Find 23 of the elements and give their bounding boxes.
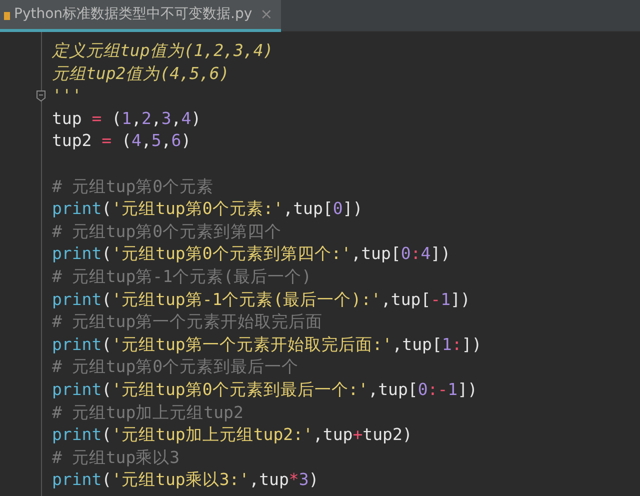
code-line: print('元组tup第0个元素到第四个:',tup[0:4]): [51, 243, 452, 266]
code-line: print('元组tup第一个元素开始取完后面:',tup[1:]): [51, 334, 483, 356]
close-icon[interactable]: ×: [260, 3, 273, 26]
code-comment: # 元组tup乘以3: [51, 446, 181, 469]
code-comment: # 元组tup第一个元素开始取完后面: [51, 311, 324, 334]
fold-icon[interactable]: [36, 90, 46, 102]
code-line: print('元组tup第-1个元素(最后一个):',tup[-1]): [51, 288, 472, 311]
code-line: ''': [51, 85, 83, 108]
code-line: tup2 = (4,5,6): [51, 130, 192, 152]
code-comment: # 元组tup加上元组tup2: [51, 402, 244, 424]
python-file-icon: [4, 10, 10, 20]
code-comment: # 元组tup第0个元素: [51, 176, 215, 198]
code-comment: # 元组tup第-1个元素(最后一个): [51, 266, 312, 288]
code-line: print('元组tup第0个元素:',tup[0]): [51, 198, 364, 220]
code-comment: # 元组tup第0个元素到最后一个: [51, 356, 300, 378]
code-comment: # 元组tup第0个元素到第四个: [51, 220, 283, 243]
code-line: tup = (1,2,3,4): [51, 108, 202, 130]
code-line: print('元组tup乘以3:',tup*3): [51, 469, 320, 492]
code-line: 定义元组tup值为(1,2,3,4): [51, 40, 274, 62]
file-tab[interactable]: Python标准数据类型中不可变数据.py ×: [0, 0, 281, 32]
code-line: print('元组tup加上元组tup2:',tup+tup2): [51, 424, 414, 446]
code-line: print('元组tup第0个元素到最后一个:',tup[0:-1]): [51, 378, 478, 401]
code-line: 元组tup2值为(4,5,6): [51, 62, 230, 85]
